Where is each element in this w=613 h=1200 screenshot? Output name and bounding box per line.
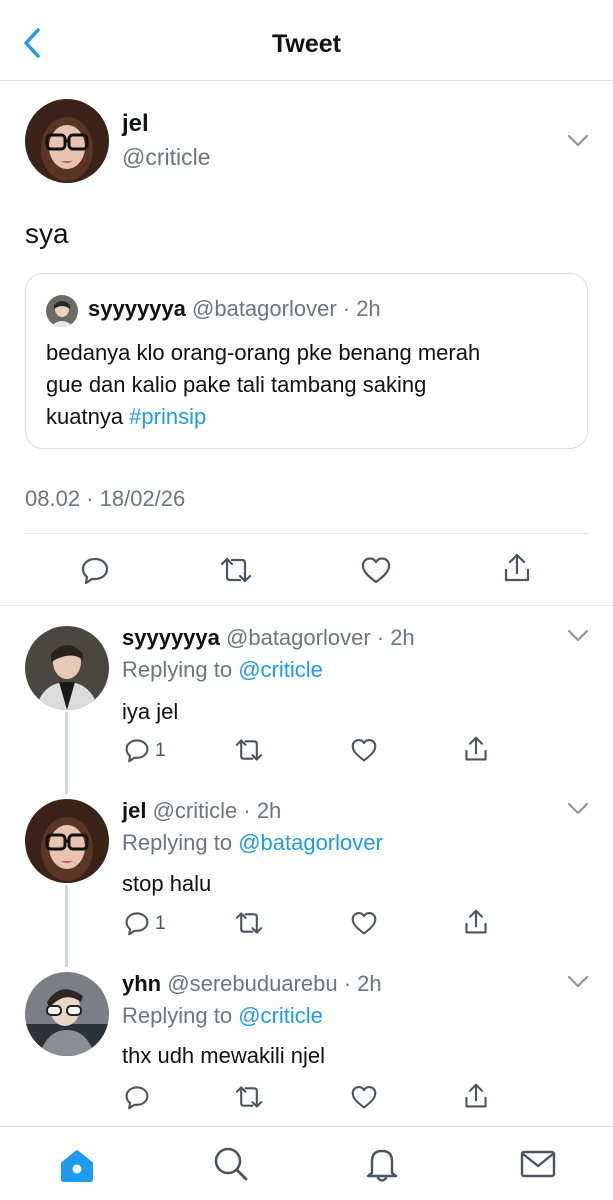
chevron-down-icon[interactable] (567, 802, 589, 816)
avatar[interactable] (25, 626, 109, 710)
reply-text: iya jel (122, 699, 179, 724)
reply-text: thx udh mewakili njel (122, 1043, 325, 1068)
home-icon[interactable] (58, 1147, 96, 1183)
like-icon[interactable] (350, 737, 378, 763)
quoted-text: bedanya klo orang-orang pke benang merah… (46, 337, 566, 433)
replying-prefix: Replying to (122, 830, 239, 855)
reply-icon[interactable] (124, 1084, 150, 1110)
avatar[interactable] (25, 99, 109, 183)
reply-icon[interactable] (124, 910, 150, 936)
retweet-icon[interactable] (233, 910, 265, 936)
replying-to: Replying to @batagorlover (122, 830, 383, 856)
thread-line (65, 885, 68, 967)
replying-to: Replying to @criticle (122, 657, 323, 683)
mention-link[interactable]: @criticle (238, 1003, 323, 1028)
reply-name[interactable]: yhn (122, 971, 161, 996)
bottom-tab-bar (0, 1126, 613, 1200)
reply-count: 1 (155, 913, 166, 934)
quoted-handle-time: @batagorlover · 2h (192, 296, 381, 321)
author-handle[interactable]: @criticle (122, 144, 211, 171)
reply-name[interactable]: syyyyyya (122, 625, 220, 650)
tweet-timestamp: 08.02 · 18/02/26 (25, 486, 186, 511)
chevron-down-icon[interactable] (567, 134, 589, 148)
retweet-icon[interactable] (218, 555, 254, 585)
replying-to: Replying to @criticle (122, 1003, 323, 1029)
hashtag-link[interactable]: #prinsip (129, 404, 206, 429)
share-icon[interactable] (463, 735, 489, 763)
reply-meta: @serebuduarebu · 2h (167, 971, 382, 996)
mention-link[interactable]: @criticle (238, 657, 323, 682)
tweet-text: sya (25, 218, 69, 249)
mail-icon[interactable] (519, 1149, 557, 1179)
reply-icon[interactable] (124, 737, 150, 763)
quoted-tweet[interactable]: syyyyyya @batagorlover · 2h bedanya klo … (25, 273, 588, 449)
like-icon[interactable] (350, 910, 378, 936)
reply-header: syyyyyya @batagorlover · 2h (122, 625, 415, 651)
reply-meta: @batagorlover · 2h (226, 625, 415, 650)
quoted-line: gue dan kalio pake tali tambang saking (46, 372, 427, 397)
share-icon[interactable] (463, 1082, 489, 1110)
thread-line (65, 712, 68, 794)
top-bar: Tweet (0, 0, 613, 81)
bell-icon[interactable] (364, 1145, 400, 1183)
reply-icon[interactable] (80, 555, 110, 585)
quoted-line-text: kuatnya (46, 404, 130, 429)
reply-header: yhn @serebuduarebu · 2h (122, 971, 382, 997)
reply-name[interactable]: jel (122, 798, 146, 823)
share-icon[interactable] (463, 908, 489, 936)
avatar[interactable] (25, 972, 109, 1056)
quoted-name: syyyyyya (88, 296, 186, 321)
like-icon[interactable] (360, 555, 392, 585)
divider (0, 605, 613, 606)
reply-text: stop halu (122, 871, 212, 896)
search-icon[interactable] (212, 1145, 250, 1183)
replying-prefix: Replying to (122, 657, 239, 682)
share-icon[interactable] (502, 552, 532, 584)
reply-count: 1 (155, 740, 166, 761)
author-name[interactable]: jel (122, 110, 149, 138)
chevron-down-icon[interactable] (567, 629, 589, 643)
like-icon[interactable] (350, 1084, 378, 1110)
quoted-line: kuatnya #prinsip (46, 401, 566, 433)
quoted-avatar (46, 295, 78, 327)
avatar[interactable] (25, 799, 109, 883)
page-title: Tweet (272, 30, 341, 58)
reply-header: jel @criticle · 2h (122, 798, 281, 824)
quoted-line: bedanya klo orang-orang pke benang merah (46, 340, 481, 365)
replying-prefix: Replying to (122, 1003, 239, 1028)
quoted-header: syyyyyya @batagorlover · 2h (88, 296, 381, 322)
reply-meta: @criticle · 2h (152, 798, 282, 823)
retweet-icon[interactable] (233, 737, 265, 763)
mention-link[interactable]: @batagorlover (238, 830, 383, 855)
divider (25, 533, 588, 534)
chevron-down-icon[interactable] (567, 975, 589, 989)
retweet-icon[interactable] (233, 1084, 265, 1110)
